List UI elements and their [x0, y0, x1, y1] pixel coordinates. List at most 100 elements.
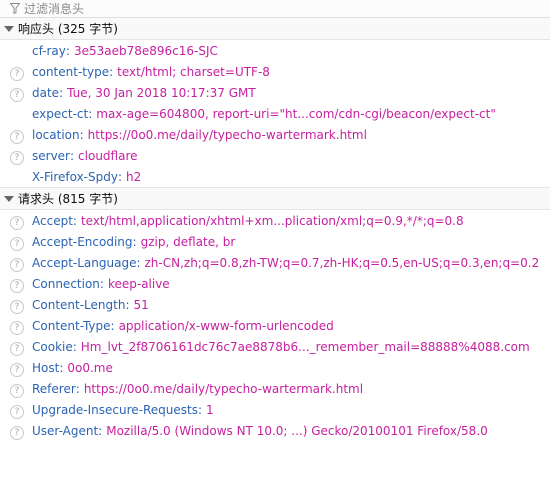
header-separator: :: [109, 64, 114, 79]
header-row[interactable]: ? Accept-Encoding: gzip, deflate, br: [0, 231, 550, 252]
header-separator: :: [72, 339, 77, 354]
header-name: content-type: [32, 64, 110, 79]
header-separator: :: [198, 402, 203, 417]
help-icon[interactable]: ?: [10, 87, 24, 102]
help-slot: ?: [10, 128, 24, 144]
help-slot: ?: [10, 298, 24, 314]
help-icon[interactable]: ?: [10, 257, 24, 272]
request-headers-toggle[interactable]: 请求头 (815 字节): [0, 187, 550, 210]
help-icon[interactable]: ?: [10, 425, 24, 440]
header-row[interactable]: ? Accept-Language: zh-CN,zh;q=0.8,zh-TW;q=…: [0, 252, 550, 273]
header-separator: :: [132, 234, 137, 249]
help-icon[interactable]: ?: [10, 362, 24, 377]
help-slot: ?: [10, 424, 24, 440]
header-name: Host: [32, 360, 60, 375]
help-icon[interactable]: ?: [10, 129, 24, 144]
help-slot: [10, 107, 24, 121]
header-row[interactable]: ? Referer: https://0o0.me/daily/typecho-wa…: [0, 378, 550, 399]
request-headers-title: 请求头 (815 字节): [18, 192, 118, 206]
header-name: Connection: [32, 276, 100, 291]
header-value: 3e53aeb78e896c16-SJC: [73, 43, 218, 58]
header-name: cf-ray: [32, 43, 66, 58]
help-icon[interactable]: ?: [10, 320, 24, 335]
header-separator: :: [65, 43, 70, 58]
help-icon[interactable]: ?: [10, 66, 24, 81]
header-separator: :: [75, 381, 80, 396]
header-name: Content-Length: [32, 297, 126, 312]
header-row[interactable]: ? date: Tue, 30 Jan 2018 10:17:37 GMT: [0, 82, 550, 103]
header-separator: :: [70, 148, 75, 163]
response-headers-toggle[interactable]: 响应头 (325 字节): [0, 18, 550, 40]
filter-headers-input[interactable]: [24, 1, 424, 16]
header-row[interactable]: X-Firefox-Spdy: h2: [0, 166, 550, 187]
header-value: text/html,application/xhtml+xm...plicati…: [80, 213, 464, 228]
help-slot: [10, 44, 24, 58]
help-slot: [10, 170, 24, 184]
help-slot: ?: [10, 214, 24, 230]
help-slot: ?: [10, 382, 24, 398]
help-icon[interactable]: ?: [10, 150, 24, 165]
header-name: Accept-Language: [32, 255, 137, 270]
help-icon[interactable]: ?: [10, 341, 24, 356]
header-value: gzip, deflate, br: [140, 234, 236, 249]
response-headers-list: cf-ray:3e53aeb78e896c16-SJC? content-type…: [0, 40, 550, 187]
filter-icon: [9, 3, 21, 15]
header-separator: :: [117, 169, 122, 184]
help-icon[interactable]: ?: [10, 404, 24, 419]
header-value: Hm_lvt_2f8706161dc76c7ae8878b6..._rememb…: [80, 339, 530, 354]
header-value: https://0o0.me/daily/typecho-wartermark.…: [87, 127, 367, 142]
help-icon[interactable]: ?: [10, 383, 24, 398]
header-value: keep-alive: [107, 276, 170, 291]
header-name: Cookie: [32, 339, 73, 354]
header-value: Tue, 30 Jan 2018 10:17:37 GMT: [67, 85, 256, 100]
header-row[interactable]: ? Accept: text/html,application/xhtml+xm..…: [0, 210, 550, 231]
header-separator: :: [79, 127, 84, 142]
help-icon[interactable]: ?: [10, 215, 24, 230]
twisty-expanded-icon: [4, 195, 14, 202]
header-value: application/x-www-form-urlencoded: [118, 318, 334, 333]
header-separator: :: [125, 297, 130, 312]
help-slot: ?: [10, 235, 24, 251]
help-icon[interactable]: ?: [10, 299, 24, 314]
header-row[interactable]: expect-ct: max-age=604800, report-uri="ht…: [0, 103, 550, 124]
header-separator: :: [59, 85, 64, 100]
header-separator: :: [72, 213, 77, 228]
header-separator: :: [59, 360, 64, 375]
filter-bar: [0, 0, 550, 18]
help-slot: ?: [10, 86, 24, 102]
header-separator: :: [110, 318, 115, 333]
response-headers-title: 响应头 (325 字节): [18, 22, 118, 36]
header-name: User-Agent: [32, 423, 99, 438]
help-slot: ?: [10, 403, 24, 419]
header-row[interactable]: ? User-Agent: Mozilla/5.0 (Windows NT 10.0…: [0, 420, 550, 441]
header-value: https://0o0.me/daily/typecho-wartermark.…: [83, 381, 364, 396]
header-row[interactable]: ? content-type: text/html; charset=UTF-8: [0, 61, 550, 82]
header-value: Mozilla/5.0 (Windows NT 10.0; ...) Gecko…: [106, 423, 488, 438]
header-row[interactable]: ? server: cloudflare: [0, 145, 550, 166]
header-name: Accept: [32, 213, 73, 228]
header-value: cloudflare: [78, 148, 138, 163]
twisty-expanded-icon: [4, 25, 14, 32]
header-row[interactable]: ? Upgrade-Insecure-Requests:1: [0, 399, 550, 420]
help-icon[interactable]: ?: [10, 278, 24, 293]
header-value: 1: [206, 402, 214, 417]
header-name: Accept-Encoding: [32, 234, 133, 249]
help-slot: ?: [10, 65, 24, 81]
header-row[interactable]: ? Content-Type: application/x-www-form-url…: [0, 315, 550, 336]
header-value: text/html; charset=UTF-8: [117, 64, 270, 79]
header-row[interactable]: ? location: https://0o0.me/daily/typecho-w…: [0, 124, 550, 145]
headers-panel: 响应头 (325 字节) cf-ray:3e53aeb78e896c16-SJC…: [0, 0, 550, 478]
header-row[interactable]: ? Connection: keep-alive: [0, 273, 550, 294]
header-row[interactable]: ? Content-Length:51: [0, 294, 550, 315]
header-name: date: [32, 85, 60, 100]
help-icon[interactable]: ?: [10, 236, 24, 251]
header-row[interactable]: ? Cookie: Hm_lvt_2f8706161dc76c7ae8878b6..…: [0, 336, 550, 357]
header-value: max-age=604800, report-uri="ht...com/cdn…: [96, 106, 496, 121]
header-row[interactable]: ? Host:0o0.me: [0, 357, 550, 378]
header-separator: :: [99, 276, 104, 291]
header-row[interactable]: cf-ray:3e53aeb78e896c16-SJC: [0, 40, 550, 61]
help-slot: ?: [10, 256, 24, 272]
header-value: h2: [126, 169, 142, 184]
header-separator: :: [136, 255, 141, 270]
header-value: 51: [133, 297, 149, 312]
